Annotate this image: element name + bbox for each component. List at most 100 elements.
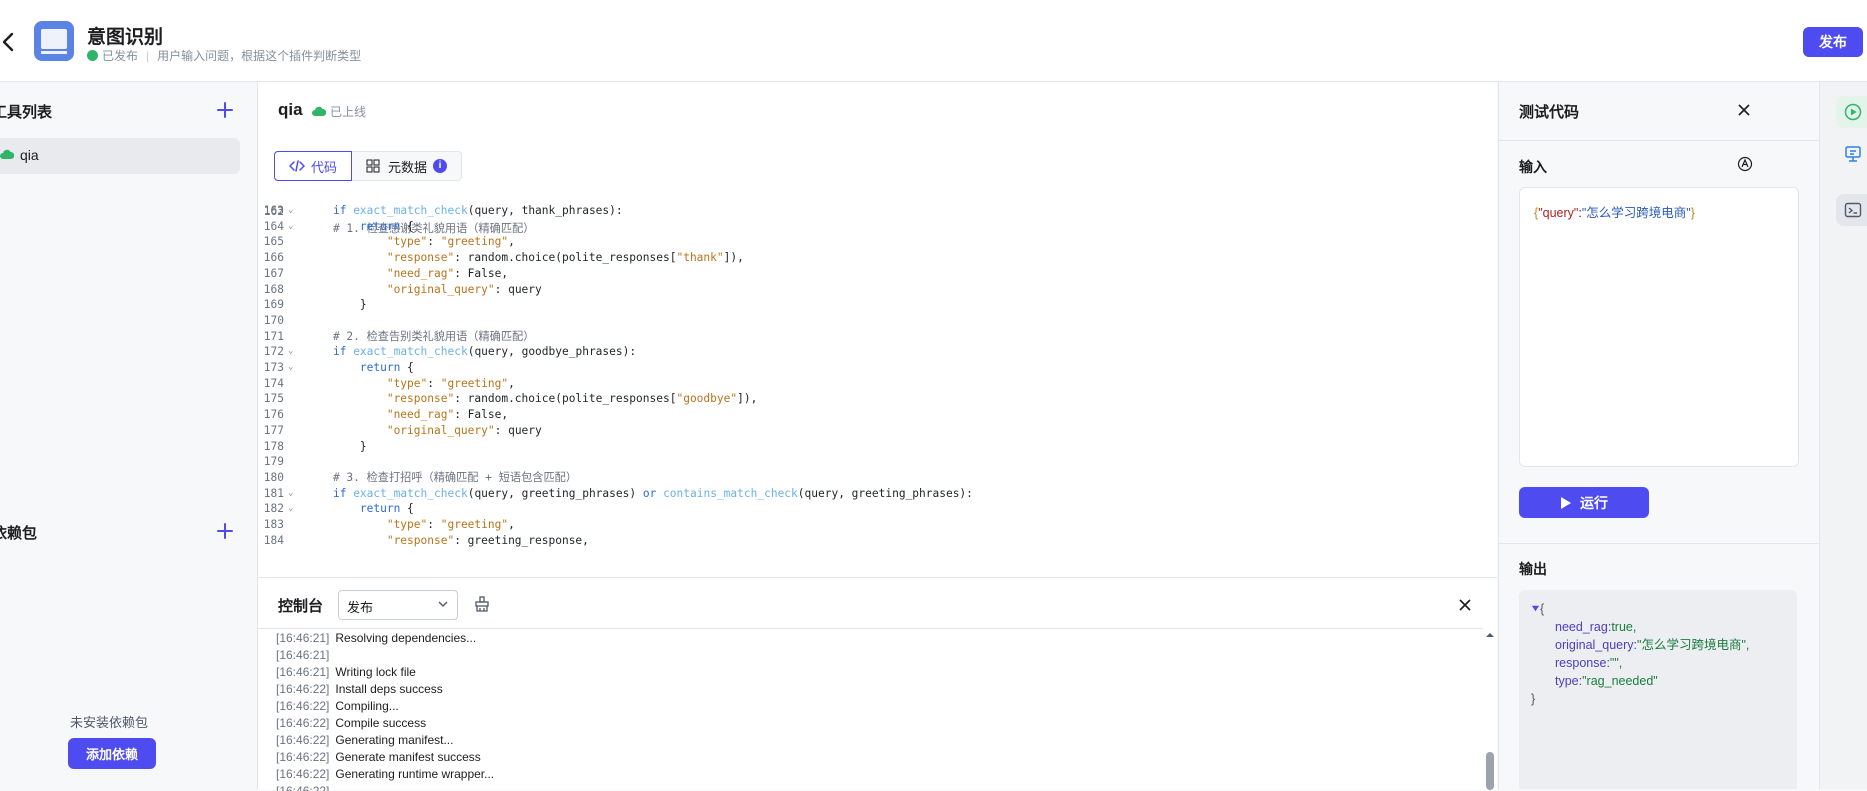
console-title: 控制台 (278, 598, 324, 615)
code-text: } (306, 439, 367, 453)
fold-chevron-icon[interactable]: ⌄ (288, 485, 293, 502)
log-line: [16:46:22] Generate manifest success (276, 749, 481, 766)
main-panel: qia 已上线 代码 元数据 i 162 # 1. 检查感谢类礼貌用语（精确匹配… (258, 82, 1497, 791)
code-line: 182 ⌄ return { (258, 500, 1497, 517)
fold-chevron-icon[interactable]: ⌄ (288, 359, 293, 376)
tab-code[interactable]: 代码 (274, 151, 353, 181)
code-line: 174 "type": "greeting", (258, 375, 1497, 392)
console-scrollbar[interactable] (1484, 628, 1496, 790)
code-line: 179 (258, 453, 1497, 470)
app-logo (34, 21, 74, 61)
code-line: 165 "type": "greeting", (258, 233, 1497, 250)
code-line: 166 "response": random.choice(polite_res… (258, 249, 1497, 266)
code-icon (289, 160, 305, 172)
line-number: 175 (263, 392, 284, 406)
line-number: 163 (263, 204, 284, 217)
output-json-key: original_query (1555, 638, 1634, 652)
close-icon[interactable] (1737, 103, 1751, 117)
code-text: "original_query": query (386, 423, 542, 437)
rail-run-button[interactable] (1836, 96, 1867, 128)
scrollbar-thumb[interactable] (1486, 752, 1494, 790)
code-line: 176 "need_rag": False, (258, 406, 1497, 423)
scroll-up-icon[interactable] (1484, 630, 1496, 640)
log-line: [16:46:22] Generating runtime wrapper... (276, 766, 494, 783)
add-dependency-button[interactable]: 添加依赖 (68, 738, 156, 769)
tab-metadata-label: 元数据 (388, 159, 428, 175)
console-env-select[interactable]: 发布 (338, 590, 458, 620)
line-number: 167 (263, 266, 284, 280)
fold-chevron-icon[interactable]: ⌄ (288, 202, 293, 219)
code-line: 184 "response": greeting_response, (258, 532, 1497, 549)
output-json-key: response (1555, 656, 1607, 670)
log-timestamp: [16:46:21] (276, 631, 330, 645)
clear-console-icon[interactable] (474, 596, 490, 612)
add-dependency-plus-icon[interactable] (216, 522, 234, 540)
code-editor[interactable]: 162 # 1. 检查感谢类礼貌用语（精确匹配） 163 ⌄ if exact_m… (258, 194, 1497, 577)
line-number: 182 (263, 502, 284, 516)
code-line: 169 } (258, 296, 1497, 313)
line-number: 178 (263, 439, 284, 453)
console-log: [16:46:21] Resolving dependencies... [16:4… (258, 628, 1483, 791)
line-number: 171 (263, 329, 284, 343)
line-number: 176 (263, 408, 284, 422)
line-number: 165 (263, 235, 284, 249)
code-line: 180 # 3. 检查打招呼（精确匹配 + 短语包含匹配） (258, 469, 1497, 486)
play-circle-icon (1844, 103, 1862, 121)
line-number: 172 (263, 345, 284, 359)
sidebar: 工具列表 qia 依赖包 未安装依赖包 添加依赖 (0, 82, 258, 789)
output-open-brace[interactable]: { (1531, 600, 1544, 618)
input-label: 输入 (1519, 159, 1547, 175)
log-timestamp: [16:46:22] (276, 716, 330, 730)
collapse-triangle-icon[interactable] (1531, 604, 1540, 613)
console-env-value: 发布 (347, 600, 374, 615)
fold-chevron-icon[interactable]: ⌄ (288, 218, 293, 235)
tools-section-title: 工具列表 (0, 104, 53, 121)
page-title: 意图识别 (87, 27, 164, 48)
log-message: Compile success (335, 716, 427, 730)
code-text: "response": greeting_response, (386, 533, 589, 547)
code-line: 168 "original_query": query (258, 281, 1497, 298)
sidebar-item-tool[interactable]: qia (0, 138, 240, 174)
fold-chevron-icon[interactable]: ⌄ (288, 500, 293, 517)
run-button-label: 运行 (1580, 494, 1608, 511)
line-number: 180 (263, 470, 284, 484)
log-line: [16:46:22] Compile success (276, 715, 426, 732)
sidebar-item-label: qia (20, 147, 39, 163)
ai-assist-icon[interactable] (1737, 156, 1753, 172)
code-line: 170 (258, 312, 1497, 329)
rail-api-button[interactable] (1836, 138, 1867, 170)
rail-terminal-button[interactable] (1836, 194, 1867, 226)
add-tool-plus-icon[interactable] (216, 101, 234, 119)
chevron-down-icon (438, 601, 448, 607)
test-input-editor[interactable]: {"query":"怎么学习跨境电商"} (1519, 187, 1799, 467)
log-message: Install deps success (335, 682, 443, 696)
code-text: "type": "greeting", (386, 235, 515, 249)
code-line: 183 "type": "greeting", (258, 516, 1497, 533)
tab-metadata[interactable]: 元数据 i (352, 151, 463, 181)
fold-chevron-icon[interactable]: ⌄ (288, 343, 293, 360)
run-button[interactable]: 运行 (1519, 487, 1649, 518)
code-text: return { (359, 219, 414, 233)
check-circle-icon (87, 50, 98, 61)
code-line: 177 "original_query": query (258, 422, 1497, 439)
empty-deps-text: 未安装依赖包 (70, 715, 149, 730)
log-line: [16:46:21] Resolving dependencies... (276, 630, 476, 647)
play-icon (1561, 496, 1571, 509)
line-number: 170 (263, 313, 284, 327)
tab-code-label: 代码 (311, 159, 338, 175)
code-text: # 2. 检查告别类礼貌用语（精确匹配） (306, 329, 535, 343)
line-number: 174 (263, 376, 284, 390)
back-arrow-icon[interactable] (0, 28, 20, 56)
output-json-value: "rag_needed" (1582, 674, 1658, 688)
code-text: "original_query": query (386, 282, 542, 296)
publish-button[interactable]: 发布 (1803, 27, 1863, 57)
line-number: 164 (263, 219, 284, 233)
header: 意图识别 已发布 | 用户输入问题，根据这个插件判断类型 发布 (0, 0, 1867, 82)
log-timestamp: [16:46:21] (276, 648, 330, 662)
output-json-value: "怎么学习跨境电商", (1637, 638, 1750, 652)
app-description: 用户输入问题，根据这个插件判断类型 (157, 49, 362, 63)
log-message: Compiling... (335, 699, 399, 713)
code-line: 171 # 2. 检查告别类礼貌用语（精确匹配） (258, 328, 1497, 345)
cloud-online-icon (312, 106, 326, 116)
close-icon[interactable] (1458, 598, 1472, 612)
